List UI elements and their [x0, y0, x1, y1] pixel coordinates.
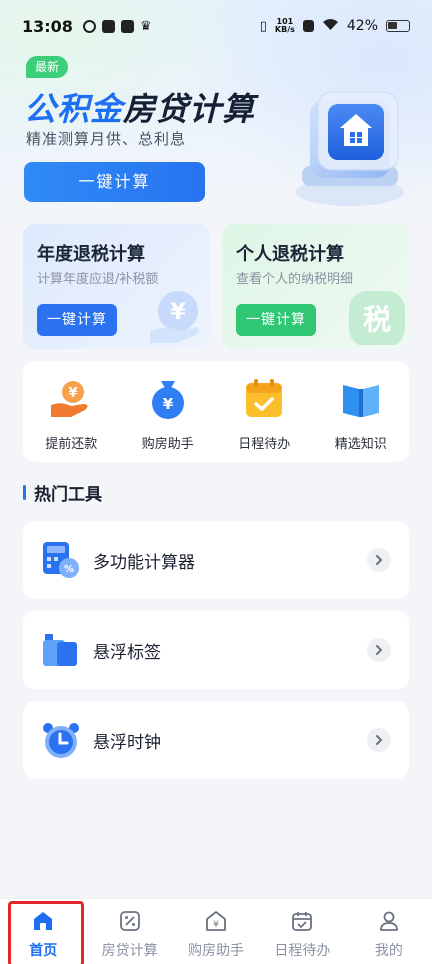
hero-title: 公积金房贷计算: [24, 84, 255, 130]
nav-schedule[interactable]: 日程待办: [259, 899, 345, 964]
crown-icon: ♛: [139, 18, 152, 34]
yen-hand-icon: ¥: [146, 285, 206, 349]
svg-text:¥: ¥: [213, 920, 219, 930]
svg-text:¥: ¥: [163, 395, 174, 413]
notification-icons: ♛: [82, 18, 152, 34]
nav-profile[interactable]: 我的: [346, 899, 432, 964]
net-speed: 101 KB/s: [275, 18, 295, 34]
tool-floating-tag[interactable]: 悬浮标签: [23, 611, 409, 689]
card-deco-char: ¥: [170, 300, 186, 325]
card-deco-char: 税: [363, 303, 391, 336]
wifi-icon: [322, 18, 339, 35]
quick-item-label: 精选知识: [334, 437, 387, 452]
nav-label: 房贷计算: [101, 943, 158, 959]
tool-label: 悬浮标签: [93, 642, 161, 663]
sync-icon: [82, 19, 96, 33]
section-title: 热门工具: [34, 484, 102, 505]
svg-text:¥: ¥: [69, 386, 78, 401]
calendar-check-icon: [242, 377, 286, 421]
status-right: ▯ 101 KB/s 42%: [260, 18, 410, 35]
calculator-icon: %: [41, 540, 81, 580]
net-speed-unit: KB/s: [274, 25, 295, 34]
mail-icon: [120, 19, 134, 33]
house-yen-icon: ¥: [205, 910, 227, 936]
calendar-icon: [291, 910, 313, 936]
nav-home-assistant[interactable]: ¥ 购房助手: [173, 899, 259, 964]
user-icon: [378, 910, 400, 936]
chevron-right-icon[interactable]: [367, 728, 391, 752]
quick-item-label: 日程待办: [238, 437, 291, 452]
nav-label: 我的: [374, 943, 403, 959]
percent-icon: [119, 910, 141, 936]
nav-label: 购房助手: [188, 943, 245, 959]
battery-icon: [386, 20, 410, 32]
alarm-clock-icon: [41, 720, 81, 760]
quick-item-label: 提前还款: [45, 437, 98, 452]
battery-text: 42%: [346, 18, 378, 34]
hero-title-highlight: 公积金: [24, 90, 124, 128]
tool-calculator[interactable]: % 多功能计算器: [23, 521, 409, 599]
vibrate-icon: ▯: [259, 18, 267, 34]
hero-subtitle: 精准测算月供、总利息: [26, 130, 187, 148]
nav-home[interactable]: 首页: [0, 899, 86, 964]
card-title: 年度退税计算: [37, 244, 145, 265]
personal-tax-calc-button[interactable]: 一键计算: [236, 304, 316, 336]
play-icon: [101, 19, 115, 33]
section-accent-bar: [23, 484, 26, 500]
quick-item-home-assistant[interactable]: ¥ 购房助手: [120, 361, 217, 462]
nav-mortgage-calc[interactable]: 房贷计算: [86, 899, 172, 964]
status-time: 13:08: [22, 16, 73, 36]
home-icon: [32, 910, 54, 936]
bottom-nav: 首页 房贷计算 ¥ 购房助手 日程待办 我的: [0, 898, 432, 964]
book-icon: [339, 377, 383, 421]
quick-item-prepayment[interactable]: ¥ 提前还款: [23, 361, 120, 462]
quick-item-knowledge[interactable]: 精选知识: [313, 361, 410, 462]
tool-label: 多功能计算器: [93, 552, 195, 573]
hand-coin-icon: ¥: [49, 377, 93, 421]
chevron-right-icon[interactable]: [367, 638, 391, 662]
nav-label: 日程待办: [274, 943, 331, 959]
no-sim-icon: [302, 20, 314, 32]
card-subtitle: 计算年度应退/补税额: [37, 272, 159, 287]
chevron-right-icon[interactable]: [367, 548, 391, 572]
status-bar: 13:08 ♛ ▯ 101 KB/s 42%: [0, 0, 432, 52]
quick-item-label: 购房助手: [141, 437, 194, 452]
tax-badge-icon: 税: [343, 283, 405, 349]
house-3d-icon: [290, 80, 408, 210]
hero-title-rest: 房贷计算: [123, 90, 256, 128]
hot-tools-heading: 热门工具: [23, 481, 102, 505]
hero-calculate-button[interactable]: 一键计算: [24, 162, 205, 202]
svg-text:%: %: [64, 564, 74, 575]
quick-item-schedule[interactable]: 日程待办: [216, 361, 313, 462]
tool-label: 悬浮时钟: [93, 732, 161, 753]
annual-tax-refund-card[interactable]: 年度退税计算 计算年度应退/补税额 一键计算 ¥: [23, 224, 210, 349]
card-title: 个人退税计算: [236, 244, 344, 265]
new-badge: 最新: [26, 56, 69, 78]
annual-tax-calc-button[interactable]: 一键计算: [37, 304, 117, 336]
quick-tools: ¥ 提前还款 ¥ 购房助手 日程待办 精选知识: [23, 361, 409, 462]
personal-tax-refund-card[interactable]: 个人退税计算 查看个人的纳税明细 一键计算 税: [222, 224, 409, 349]
tag-icon: [41, 630, 81, 670]
tool-floating-clock[interactable]: 悬浮时钟: [23, 701, 409, 779]
nav-label: 首页: [29, 943, 58, 959]
card-subtitle: 查看个人的纳税明细: [236, 272, 354, 287]
money-bag-icon: ¥: [146, 377, 190, 421]
